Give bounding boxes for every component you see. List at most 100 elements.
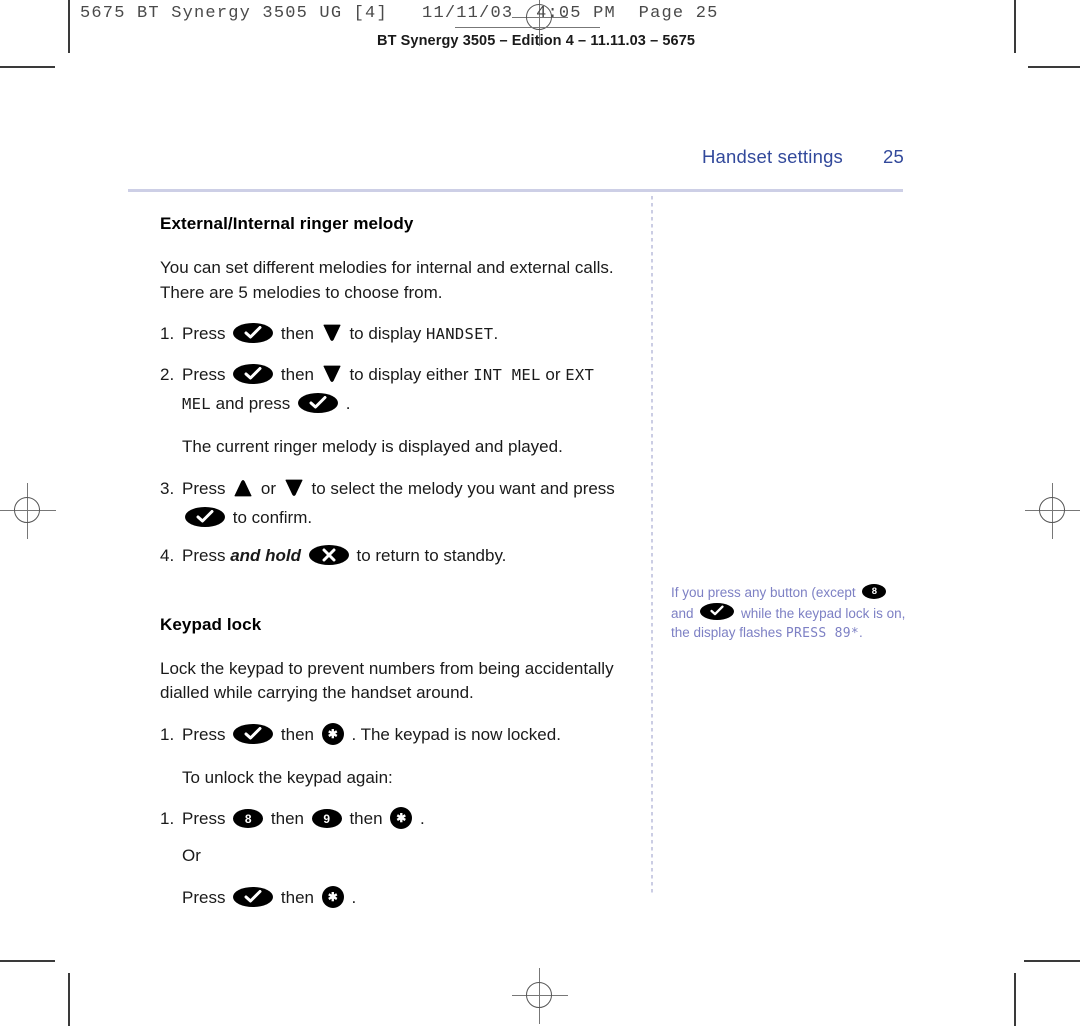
step-number: 1. [160,324,175,343]
registration-mark-right [1025,483,1080,539]
print-slug-line: 5675 BT Synergy 3505 UG [4] 11/11/03 4:0… [80,4,719,23]
crop-mark-top-right-vertical [1014,0,1016,53]
down-arrow-key-icon[interactable] [322,365,342,391]
lcd-text: HANDSET [426,325,494,343]
section-heading-keypad-lock: Keypad lock [160,614,262,634]
step-text: Press [182,478,231,498]
step-text: to display either [344,365,474,384]
step-text: Press [182,545,231,565]
down-arrow-key-icon[interactable] [322,324,342,350]
star-key-label: ✱ [327,726,338,741]
check-key-icon[interactable] [700,602,735,620]
check-key-icon[interactable] [185,506,225,527]
lcd-text: INT MEL [473,366,541,384]
step-text: Press [182,365,231,384]
section-intro-keypad-lock: Lock the keypad to prevent numbers from … [160,658,614,703]
step-text: . [493,324,499,343]
lcd-text: PRESS 89 [785,626,851,641]
step-text: . [415,809,425,828]
section-intro-ringer-melody: You can set different melodies for inter… [160,258,614,302]
step-number: 2. [160,365,175,384]
slug-underline [455,27,600,28]
step-number: 3. [160,478,175,498]
registration-mark-left [0,483,56,539]
side-note-text: and [671,605,698,621]
step-text: then [276,887,319,907]
section-heading-ringer-melody: External/Internal ringer melody [160,214,414,233]
main-content-column: External/Internal ringer melody You can … [160,214,630,923]
step-text: Press [182,724,231,744]
column-divider [651,196,653,896]
step-text: or [540,365,566,384]
page-title: Handset settings [702,146,844,167]
side-note-keypad-lock: If you press any button (except 8 and wh… [671,583,906,644]
crop-mark-top-right-horizontal [1028,66,1080,68]
page-number: 25 [883,146,904,167]
step-text: to confirm. [228,507,313,527]
step-number: 4. [160,545,175,565]
step-text: to select the melody you want and press [306,478,615,498]
step-text: . [346,887,357,907]
side-note-text: . [858,625,863,640]
crop-mark-bottom-right-horizontal [1024,960,1080,962]
cancel-key-icon[interactable] [308,544,349,565]
step-text: then [276,365,319,384]
check-key-icon[interactable] [233,323,274,343]
step-ringer-3: 3. Press or to select the melody you wan… [160,476,630,531]
step-text: to display [344,324,426,343]
step-text: Press [182,324,231,343]
step-keypad-unlock-1: 1. Press 8 then 9 then ✱ . [160,806,630,832]
step-text: to return to standby. [351,545,507,565]
down-arrow-key-icon[interactable] [284,479,304,505]
eight-key-label: 8 [244,811,252,826]
step-text: then [276,324,319,343]
step-text: then [276,724,319,744]
ringer-interstitial-text: The current ringer melody is displayed a… [182,437,563,456]
eight-key-icon[interactable]: 8 [233,809,264,828]
side-note-text: If you press any button (except [671,585,860,600]
step-text: . [341,394,351,413]
star-key-icon[interactable]: ✱ [390,807,413,829]
step-text: or [256,478,281,498]
step-ringer-1: 1. Press then to display HANDSET. [160,321,630,350]
or-label: Or [182,846,201,865]
step-ringer-4: 4. Press and hold to return to standby. [160,543,630,569]
crop-mark-bottom-right-vertical [1014,973,1016,1026]
step-text: then [344,809,388,828]
step-ringer-2: 2. Press then to display either INT MEL … [160,362,630,417]
star-key-icon[interactable]: ✱ [321,722,344,745]
crop-mark-top-left-horizontal [0,66,55,68]
step-text: Press [182,887,231,907]
star-key-label: ✱ [327,889,338,904]
registration-mark-bottom [512,968,568,1024]
crop-mark-bottom-left-horizontal [0,960,55,962]
star-key-icon[interactable]: ✱ [321,885,344,908]
step-keypad-unlock-alt: Press then ✱ . [160,885,630,911]
edition-line: BT Synergy 3505 – Edition 4 – 11.11.03 –… [377,33,696,49]
step-text: Press [182,809,231,828]
keypad-unlock-interstitial: To unlock the keypad again: [182,767,393,787]
check-key-icon[interactable] [233,364,274,384]
eight-key-icon[interactable]: 8 [862,584,887,599]
step-text: . The keypad is now locked. [346,724,561,744]
step-number: 1. [160,809,175,828]
check-key-icon[interactable] [233,723,274,744]
step-number: 1. [160,724,175,744]
running-head: Handset settings 25 [500,146,904,168]
step-text: and press [210,394,296,413]
nine-key-icon[interactable]: 9 [311,809,342,828]
step-text: then [266,809,309,828]
lcd-text-star: * [850,626,859,641]
crop-mark-bottom-left-vertical [68,973,70,1026]
check-key-icon[interactable] [233,886,274,907]
up-arrow-key-icon[interactable] [233,479,253,505]
eight-key-label: 8 [871,585,877,597]
step-text [301,546,306,565]
step-keypad-lock-1: 1. Press then ✱ . The keypad is now lock… [160,722,630,748]
nine-key-label: 9 [323,811,331,826]
header-rule [128,189,903,192]
check-key-icon[interactable] [298,393,339,413]
crop-mark-top-left-vertical [68,0,70,53]
star-key-label: ✱ [396,811,407,825]
and-hold-emphasis: and hold [230,545,302,565]
